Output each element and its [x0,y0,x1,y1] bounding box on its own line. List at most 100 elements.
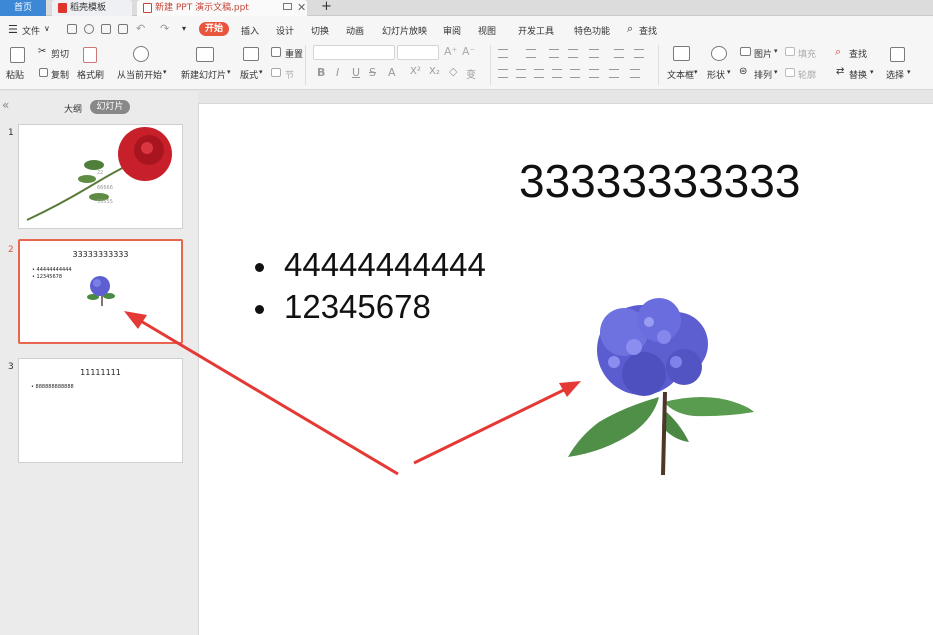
subscript-icon[interactable]: X₂ [429,66,440,77]
superscript-icon[interactable]: X² [410,66,421,77]
paragraph-settings-icon[interactable] [630,69,640,78]
tab-review[interactable]: 审阅 [443,24,461,37]
fill-icon[interactable] [785,47,795,56]
replace-icon[interactable]: ⇄ [836,66,844,77]
format-painter-icon[interactable] [83,47,97,63]
shrink-font-icon[interactable]: A⁻ [462,45,475,58]
chevron-down-icon[interactable]: ▾ [694,68,698,76]
shape-icon[interactable] [711,46,727,61]
tab-special[interactable]: 特色功能 [574,24,610,37]
play-icon[interactable] [133,46,149,62]
strikethrough-icon[interactable]: S [369,66,376,79]
search-icon[interactable]: ⌕ [627,22,633,36]
cut-button[interactable]: 剪切 [51,47,69,60]
tab-start[interactable]: 开始 [199,22,229,36]
tab-animations[interactable]: 动画 [346,24,364,37]
tab-insert[interactable]: 插入 [241,24,259,37]
select-icon[interactable] [890,47,905,62]
numbering-icon[interactable] [526,49,536,58]
fill-button[interactable]: 填充 [798,47,816,60]
chevron-down-icon[interactable]: ▾ [907,68,911,76]
chevron-down-icon[interactable]: ▾ [774,47,778,55]
chevron-down-icon[interactable]: ▾ [227,68,231,76]
hamburger-icon[interactable]: ☰ [8,23,18,36]
bullets-icon[interactable] [498,49,508,58]
outline-icon[interactable] [785,68,795,77]
vertical-align-icon[interactable] [589,69,599,78]
text-direction-icon[interactable] [614,49,624,58]
slide-thumbnail-3[interactable]: 11111111 • 888888888888 [18,358,183,463]
slide-title[interactable]: 33333333333 [519,154,800,208]
select-button[interactable]: 选择 [886,68,904,81]
print-preview-icon[interactable] [118,24,128,34]
reset-icon[interactable] [271,47,281,57]
smart-art-icon[interactable] [609,69,619,78]
find-icon[interactable]: ⌕ [835,45,841,59]
tab-document[interactable]: 新建 PPT 演示文稿.ppt ✕ [137,0,307,16]
close-icon[interactable]: ✕ [297,0,306,16]
tab-templates[interactable]: 稻壳模板 [52,0,132,16]
paste-button[interactable]: 粘贴 [6,68,24,81]
tab-view[interactable]: 视图 [478,24,496,37]
chevron-down-icon[interactable]: ∨ [44,24,50,33]
export-icon[interactable] [84,24,94,34]
align-left-icon[interactable] [498,69,508,78]
new-slide-button[interactable]: 新建幻灯片 [181,68,226,81]
copy-button[interactable]: 复制 [51,68,69,81]
tab-developer[interactable]: 开发工具 [518,24,554,37]
phonetic-icon[interactable]: 变 [466,66,476,81]
columns-icon[interactable] [634,49,644,58]
decrease-indent-icon[interactable] [549,49,559,58]
chevron-down-icon[interactable]: ▾ [259,68,263,76]
clear-format-icon[interactable]: ◇ [449,65,457,78]
tab-slides[interactable]: 幻灯片 [90,100,130,114]
menu-file[interactable]: 文件 [22,24,40,37]
grow-font-icon[interactable]: A⁺ [444,45,457,58]
tab-design[interactable]: 设计 [276,24,294,37]
section-icon[interactable] [271,68,281,77]
picture-icon[interactable] [740,47,751,56]
collapse-pane-icon[interactable]: « [2,98,9,112]
chevron-down-icon[interactable]: ▾ [727,68,731,76]
reset-button[interactable]: 重置 [285,47,303,60]
print-icon[interactable] [101,24,111,34]
font-size-select[interactable] [397,45,439,60]
layout-icon[interactable] [243,47,259,61]
copy-icon[interactable] [39,68,48,77]
redo-icon[interactable]: ↷ [160,22,169,35]
chevron-down-icon[interactable]: ▾ [163,68,167,76]
customize-icon[interactable]: ▾ [182,24,186,33]
picture-button[interactable]: 图片 [754,47,772,60]
line-spacing-icon[interactable] [589,49,599,58]
align-right-icon[interactable] [534,69,544,78]
undo-icon[interactable]: ↶ [136,22,145,35]
increase-indent-icon[interactable] [568,49,578,58]
tab-outline[interactable]: 大纲 [64,102,82,115]
chevron-down-icon[interactable]: ▾ [870,68,874,76]
bold-icon[interactable]: B [317,66,325,79]
tab-home[interactable]: 首页 [0,0,46,16]
outline-button[interactable]: 轮廓 [798,68,816,81]
underline-icon[interactable]: U [352,66,360,79]
italic-icon[interactable]: I [336,66,339,79]
tab-transitions[interactable]: 切换 [311,24,329,37]
justify-icon[interactable] [552,69,562,78]
new-tab-button[interactable]: + [318,0,334,16]
slide-thumbnail-1[interactable]: 22 66666 55555 [18,124,183,229]
font-name-select[interactable] [313,45,395,60]
save-icon[interactable] [67,24,77,34]
search-label[interactable]: 查找 [639,24,657,37]
paste-icon[interactable] [10,47,25,63]
slide-thumbnail-2[interactable]: 33333333333 • 44444444444 • 12345678 [18,239,183,344]
format-painter-button[interactable]: 格式刷 [77,68,104,81]
align-center-icon[interactable] [516,69,526,78]
scissors-icon[interactable]: ✂ [38,46,46,57]
slide-bullet[interactable]: 44444444444 [255,246,486,284]
textbox-icon[interactable] [673,46,690,61]
font-color-icon[interactable]: A [388,66,396,79]
layout-button[interactable]: 版式 [240,68,258,81]
screen-icon[interactable] [283,3,292,10]
find-button[interactable]: 查找 [849,47,867,60]
slide-bullet[interactable]: 12345678 [255,288,431,326]
hydrangea-image[interactable] [564,292,759,477]
